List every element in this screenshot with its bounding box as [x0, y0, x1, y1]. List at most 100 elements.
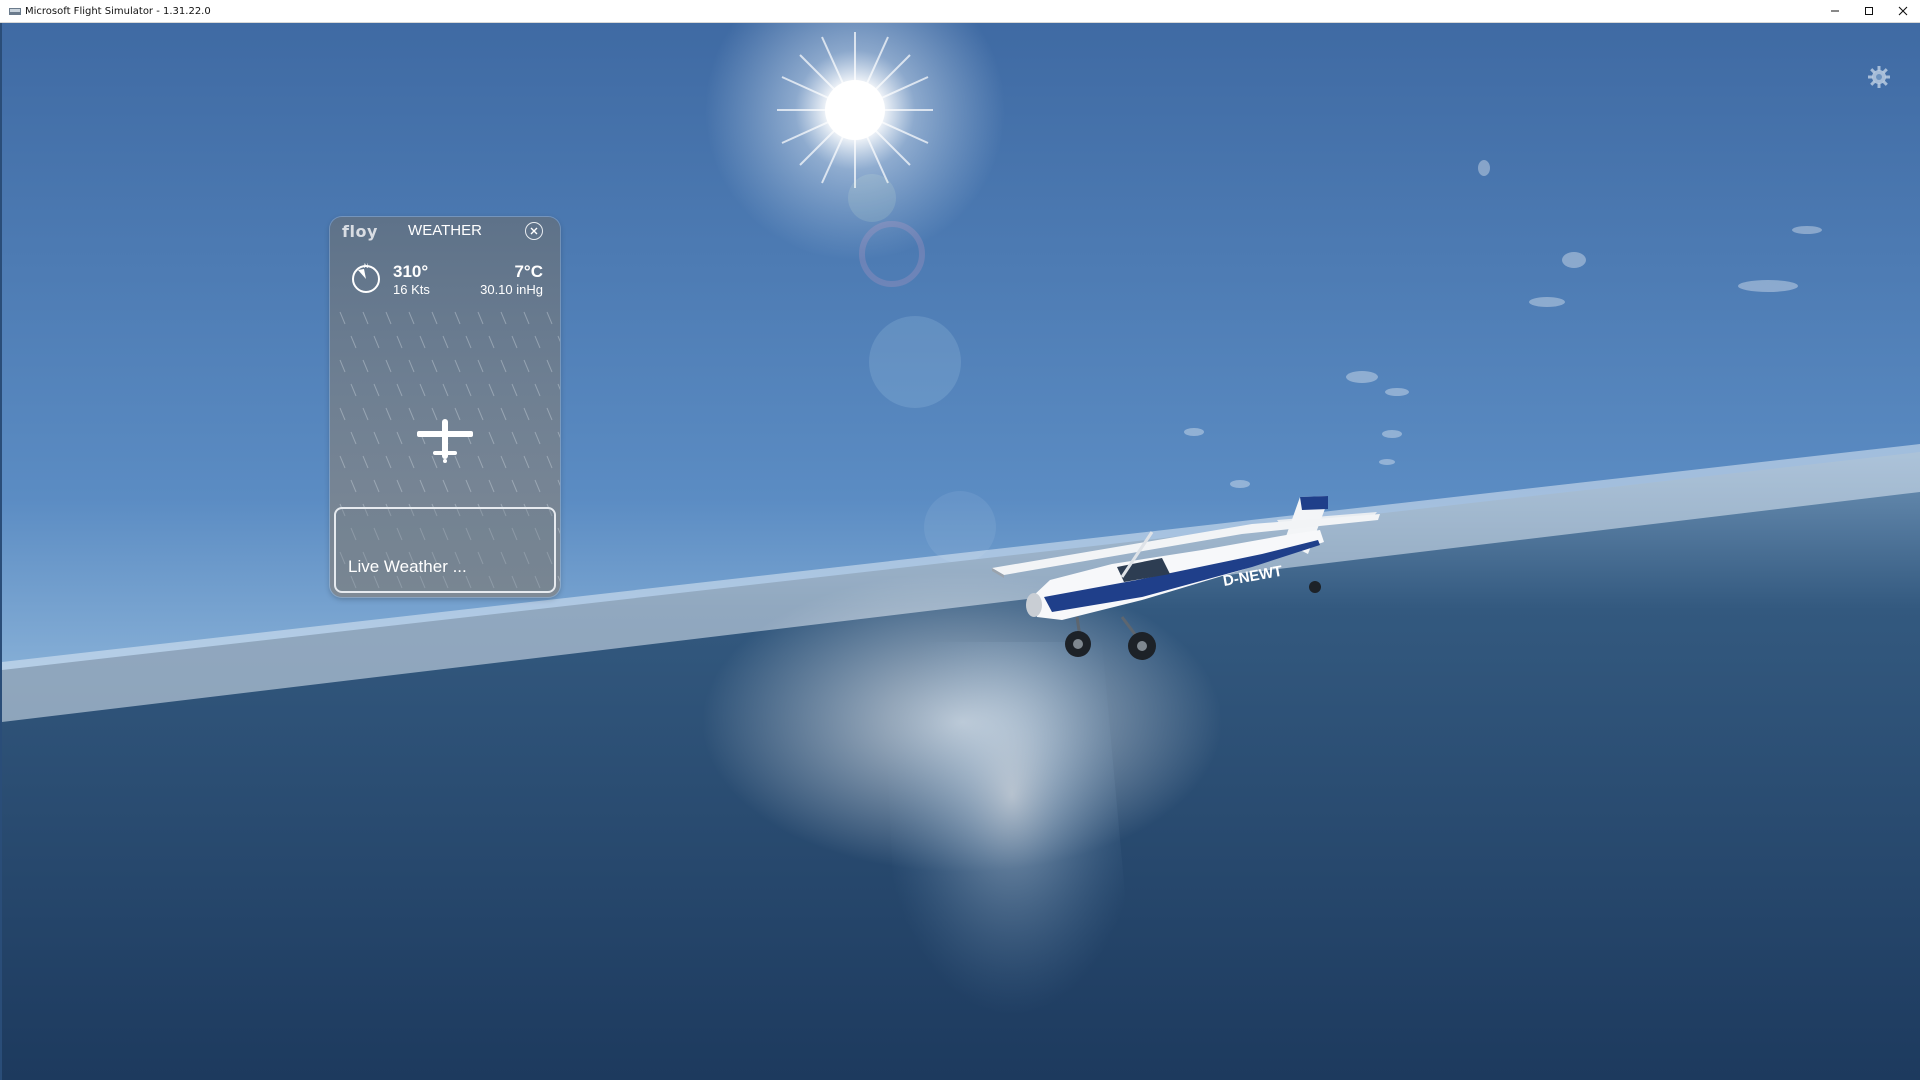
- rain-streak: [454, 359, 461, 373]
- rain-streak: [431, 359, 438, 373]
- rain-streak: [546, 407, 553, 421]
- weather-panel-close-button[interactable]: [525, 222, 543, 240]
- app-icon: [9, 7, 21, 15]
- rain-streak: [385, 359, 392, 373]
- rain-streak: [396, 335, 403, 349]
- airplane-icon: [417, 419, 473, 463]
- rain-streak: [546, 455, 553, 469]
- rain-streak: [419, 383, 426, 397]
- rain-streak: [408, 311, 415, 325]
- rain-streak: [500, 407, 507, 421]
- rain-streak: [500, 359, 507, 373]
- rain-streak: [488, 479, 495, 493]
- rain-streak: [350, 431, 357, 445]
- rain-streak: [465, 383, 472, 397]
- weather-panel-header: floy WEATHER: [330, 217, 560, 243]
- window-title: Microsoft Flight Simulator - 1.31.22.0: [25, 5, 211, 17]
- rain-streak: [477, 455, 484, 469]
- close-window-button[interactable]: [1886, 0, 1920, 22]
- rain-streak: [511, 431, 518, 445]
- rain-streak: [477, 359, 484, 373]
- scene-render: D-NEWT: [2, 22, 1920, 1080]
- rain-streak: [373, 479, 380, 493]
- weather-panel: floy WEATHER N 310° 16 Kts 7°C 30.10 inH…: [330, 217, 560, 597]
- rain-streak: [373, 383, 380, 397]
- svg-text:N: N: [364, 264, 368, 270]
- close-icon: [530, 227, 538, 235]
- rain-streak: [350, 335, 357, 349]
- rain-streak: [385, 311, 392, 325]
- rain-streak: [511, 335, 518, 349]
- live-weather-button[interactable]: Live Weather ...: [334, 507, 556, 593]
- rain-streak: [557, 479, 560, 487]
- close-icon: [1898, 6, 1908, 16]
- rain-streak: [557, 335, 560, 343]
- rain-streak: [419, 335, 426, 349]
- rain-streak: [477, 407, 484, 421]
- window-controls: [1818, 0, 1920, 22]
- settings-button[interactable]: [1862, 60, 1896, 94]
- rain-streak: [362, 455, 369, 469]
- maximize-icon: [1865, 7, 1873, 15]
- temperature: 7°C: [514, 262, 543, 281]
- rain-streak: [442, 479, 449, 493]
- pressure: 30.10 inHg: [480, 282, 543, 297]
- rain-streak: [408, 407, 415, 421]
- rain-streak: [442, 335, 449, 349]
- flight-scene-viewport[interactable]: D-NEWT: [2, 22, 1920, 1080]
- rain-streak: [511, 383, 518, 397]
- rain-streak: [477, 311, 484, 325]
- rain-streak: [408, 455, 415, 469]
- rain-streak: [442, 383, 449, 397]
- wind-speed: 16 Kts: [393, 282, 430, 297]
- gear-icon: [1868, 66, 1890, 88]
- rain-streak: [350, 383, 357, 397]
- rain-streak: [523, 407, 530, 421]
- rain-streak: [557, 575, 560, 583]
- rain-streak: [373, 431, 380, 445]
- rain-streak: [362, 311, 369, 325]
- rain-streak: [534, 479, 541, 493]
- rain-streak: [373, 335, 380, 349]
- rain-streak: [465, 335, 472, 349]
- minimize-icon: [1831, 10, 1839, 12]
- rain-streak: [534, 383, 541, 397]
- rain-streak: [546, 359, 553, 373]
- rain-streak: [339, 311, 346, 325]
- rain-streak: [511, 479, 518, 493]
- rain-streak: [546, 311, 553, 325]
- rain-streak: [534, 431, 541, 445]
- wind-direction: 310°: [393, 262, 429, 281]
- rain-streak: [488, 383, 495, 397]
- rain-streak: [419, 479, 426, 493]
- maximize-button[interactable]: [1852, 0, 1886, 22]
- rain-streak: [396, 479, 403, 493]
- rain-streak: [385, 455, 392, 469]
- rain-streak: [557, 431, 560, 439]
- live-weather-label: Live Weather ...: [348, 557, 467, 576]
- rain-streak: [396, 431, 403, 445]
- rain-streak: [339, 407, 346, 421]
- rain-streak: [488, 335, 495, 349]
- rain-streak: [557, 383, 560, 391]
- minimize-button[interactable]: [1818, 0, 1852, 22]
- rain-streak: [465, 479, 472, 493]
- rain-streak: [431, 311, 438, 325]
- rain-streak: [396, 383, 403, 397]
- rain-streak: [557, 527, 560, 535]
- rain-streak: [488, 431, 495, 445]
- rain-streak: [385, 407, 392, 421]
- rain-streak: [339, 359, 346, 373]
- rain-streak: [500, 455, 507, 469]
- rain-streak: [350, 479, 357, 493]
- rain-streak: [523, 359, 530, 373]
- rain-streak: [500, 311, 507, 325]
- rain-streak: [408, 359, 415, 373]
- rain-streak: [534, 335, 541, 349]
- rain-streak: [362, 359, 369, 373]
- compass-icon: N: [352, 264, 380, 293]
- rain-streak: [523, 311, 530, 325]
- rain-streak: [339, 455, 346, 469]
- rain-streak: [362, 407, 369, 421]
- rain-streak: [454, 311, 461, 325]
